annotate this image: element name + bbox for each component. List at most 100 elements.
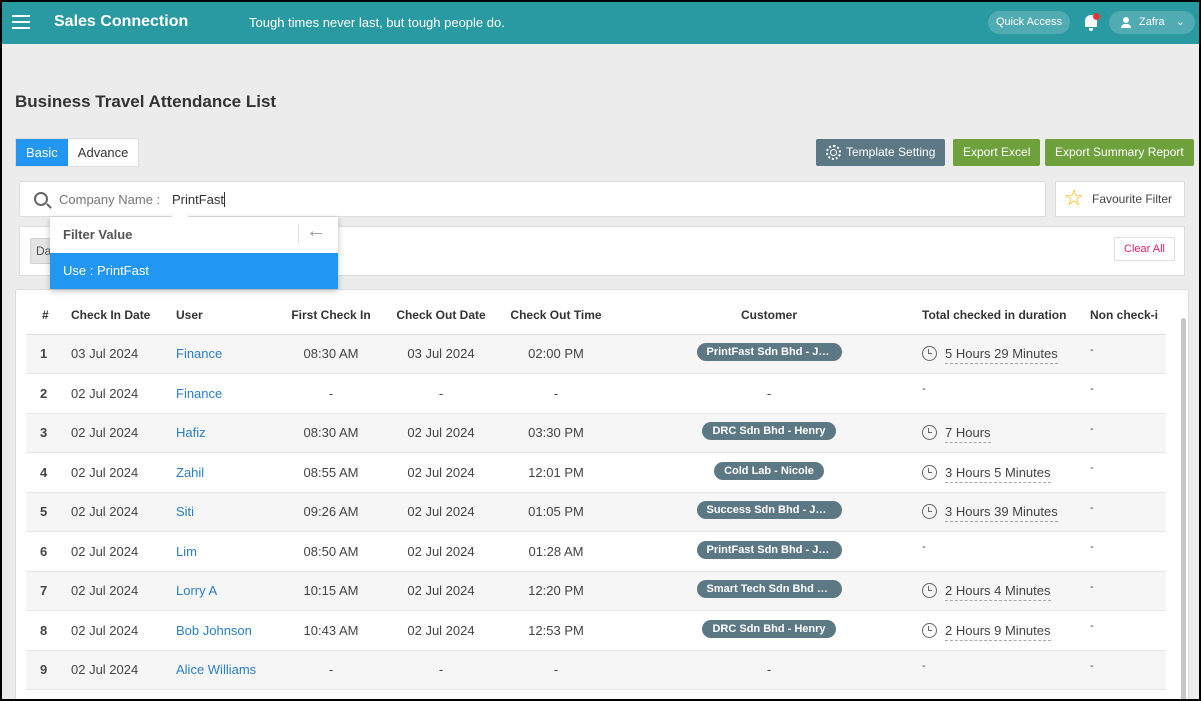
- cell-5: 12:01 PM: [496, 452, 616, 493]
- quick-access-button[interactable]: Quick Access: [988, 11, 1071, 34]
- customer-badge: Smart Tech Sdn Bhd - J...: [696, 580, 842, 599]
- cell-0: 1: [26, 334, 71, 374]
- cell-8: -: [1090, 610, 1166, 651]
- cell-1: 02 Jul 2024: [71, 452, 176, 493]
- arrow-left-icon[interactable]: ←: [306, 220, 326, 243]
- cell-8: -: [1090, 492, 1166, 532]
- duration[interactable]: 3 Hours 5 Minutes: [945, 464, 1051, 483]
- table-row[interactable]: 5 02 Jul 2024 Siti 09:26 AM 02 Jul 2024 01:05…: [26, 492, 1166, 532]
- chevron-down-icon: ⌄: [1175, 16, 1185, 28]
- app-frame: Sales Connection Tough times never last,…: [2, 2, 1199, 699]
- menu-icon[interactable]: [12, 15, 30, 33]
- cell-2: Finance: [176, 373, 276, 414]
- user-link[interactable]: Siti: [176, 504, 194, 519]
- cell-5: 12:20 PM: [496, 571, 616, 611]
- cell-6: Success Sdn Bhd - Jam...: [616, 492, 922, 532]
- customer-badge: DRC Sdn Bhd - Henry: [702, 619, 836, 638]
- user-link[interactable]: Lim: [176, 544, 197, 559]
- cell-3: 08:30 AM: [276, 413, 386, 453]
- export-excel-button[interactable]: Export Excel: [953, 139, 1041, 166]
- tab-basic[interactable]: Basic: [16, 139, 68, 166]
- user-link[interactable]: Finance: [176, 346, 222, 361]
- table-row[interactable]: 4 02 Jul 2024 Zahil 08:55 AM 02 Jul 2024 12:0…: [26, 452, 1166, 493]
- empty-value: -: [922, 659, 926, 672]
- table-row[interactable]: 1 03 Jul 2024 Finance 08:30 AM 03 Jul 2024 02…: [26, 334, 1166, 374]
- table-row[interactable]: 2 02 Jul 2024 Finance - - - - - -: [26, 373, 1166, 414]
- cell-5: 12:53 PM: [496, 610, 616, 651]
- empty-value: -: [1090, 501, 1094, 514]
- table-row[interactable]: 9 02 Jul 2024 Alice Williams - - - - - -: [26, 650, 1166, 690]
- duration[interactable]: 5 Hours 29 Minutes: [945, 346, 1058, 365]
- page-title: Business Travel Attendance List: [15, 92, 277, 111]
- customer-badge: Success Sdn Bhd - Jam...: [696, 501, 842, 520]
- user-link[interactable]: Hafiz: [176, 425, 206, 440]
- cell-4: 02 Jul 2024: [386, 413, 496, 453]
- cell-3: 08:30 AM: [276, 334, 386, 374]
- table-row[interactable]: 3 02 Jul 2024 Hafiz 08:30 AM 02 Jul 2024 03:3…: [26, 413, 1166, 453]
- template-setting-button[interactable]: Template Setting: [816, 139, 946, 166]
- cell-2: Lim: [176, 531, 276, 572]
- user-link[interactable]: Finance: [176, 386, 222, 401]
- column-header[interactable]: #: [26, 296, 71, 335]
- cell-7: 2 Hours 9 Minutes: [922, 610, 1090, 651]
- cell-7: 3 Hours 5 Minutes: [922, 452, 1090, 493]
- cell-2: Finance: [176, 334, 276, 374]
- table-row[interactable]: 8 02 Jul 2024 Bob Johnson 10:43 AM 02 Jul 20…: [26, 610, 1166, 651]
- cell-6: -: [616, 373, 922, 414]
- user-link[interactable]: Zahil: [176, 465, 204, 480]
- vertical-scrollbar[interactable]: [1181, 318, 1186, 699]
- cell-4: 02 Jul 2024: [386, 571, 496, 611]
- user-icon: [1121, 17, 1131, 28]
- cell-1: 02 Jul 2024: [71, 373, 176, 414]
- column-header[interactable]: Non check-i: [1090, 296, 1166, 335]
- clear-all-button[interactable]: Clear All: [1114, 237, 1175, 261]
- empty-value: -: [1090, 343, 1094, 356]
- duration[interactable]: 2 Hours 9 Minutes: [945, 622, 1051, 641]
- search-field-label: Company Name :: [59, 192, 161, 207]
- cell-1: 02 Jul 2024: [71, 531, 176, 572]
- column-header[interactable]: First Check In: [276, 296, 386, 335]
- cell-3: 10:43 AM: [276, 610, 386, 651]
- cell-8: -: [1090, 373, 1166, 414]
- clock-icon: [922, 464, 937, 480]
- duration[interactable]: 7 Hours: [945, 425, 991, 444]
- cell-6: Cold Lab - Nicole: [616, 452, 922, 493]
- cell-3: 09:26 AM: [276, 492, 386, 532]
- search-value[interactable]: PrintFast: [172, 192, 226, 207]
- duration[interactable]: 2 Hours 4 Minutes: [945, 583, 1051, 602]
- table-row[interactable]: 7 02 Jul 2024 Lorry A 10:15 AM 02 Jul 2024 12…: [26, 571, 1166, 611]
- cell-2: Bob Johnson: [176, 610, 276, 651]
- column-header[interactable]: Check In Date: [71, 296, 176, 335]
- cell-1: 02 Jul 2024: [71, 413, 176, 453]
- export-summary-button[interactable]: Export Summary Report: [1045, 139, 1194, 166]
- bell-icon[interactable]: [1084, 13, 1100, 31]
- user-menu[interactable]: Zafra ⌄: [1109, 11, 1195, 34]
- table-row[interactable]: 6 02 Jul 2024 Lim 08:50 AM 02 Jul 2024 01:28 …: [26, 531, 1166, 572]
- user-link[interactable]: Bob Johnson: [176, 623, 252, 638]
- duration[interactable]: 3 Hours 39 Minutes: [945, 504, 1058, 523]
- column-header[interactable]: Customer: [616, 296, 922, 335]
- empty-value: -: [1090, 462, 1094, 475]
- cell-0: 3: [26, 413, 71, 453]
- cell-6: Smart Tech Sdn Bhd - J...: [616, 571, 922, 611]
- tab-advance[interactable]: Advance: [68, 139, 139, 166]
- column-header[interactable]: Check Out Date: [386, 296, 496, 335]
- search-input[interactable]: Company Name : PrintFast: [19, 181, 1046, 217]
- empty-value: -: [1090, 620, 1094, 633]
- empty-value: -: [1090, 541, 1094, 554]
- brand[interactable]: Sales Connection: [54, 13, 188, 31]
- column-header[interactable]: Total checked in duration: [922, 296, 1090, 335]
- cell-5: 03:30 PM: [496, 413, 616, 453]
- user-link[interactable]: Lorry A: [176, 583, 217, 598]
- cell-7: -: [922, 650, 1090, 690]
- cell-0: 2: [26, 373, 71, 414]
- column-header[interactable]: User: [176, 296, 276, 335]
- cell-3: 10:15 AM: [276, 571, 386, 611]
- favourite-filter-button[interactable]: ☆ Favourite Filter: [1055, 181, 1185, 217]
- dropdown-option[interactable]: Use : PrintFast: [50, 253, 338, 289]
- dropdown-header: Filter Value: [63, 227, 133, 242]
- cell-8: -: [1090, 452, 1166, 493]
- template-setting-label: Template Setting: [846, 145, 936, 159]
- user-link[interactable]: Alice Williams: [176, 662, 256, 677]
- column-header[interactable]: Check Out Time: [496, 296, 616, 335]
